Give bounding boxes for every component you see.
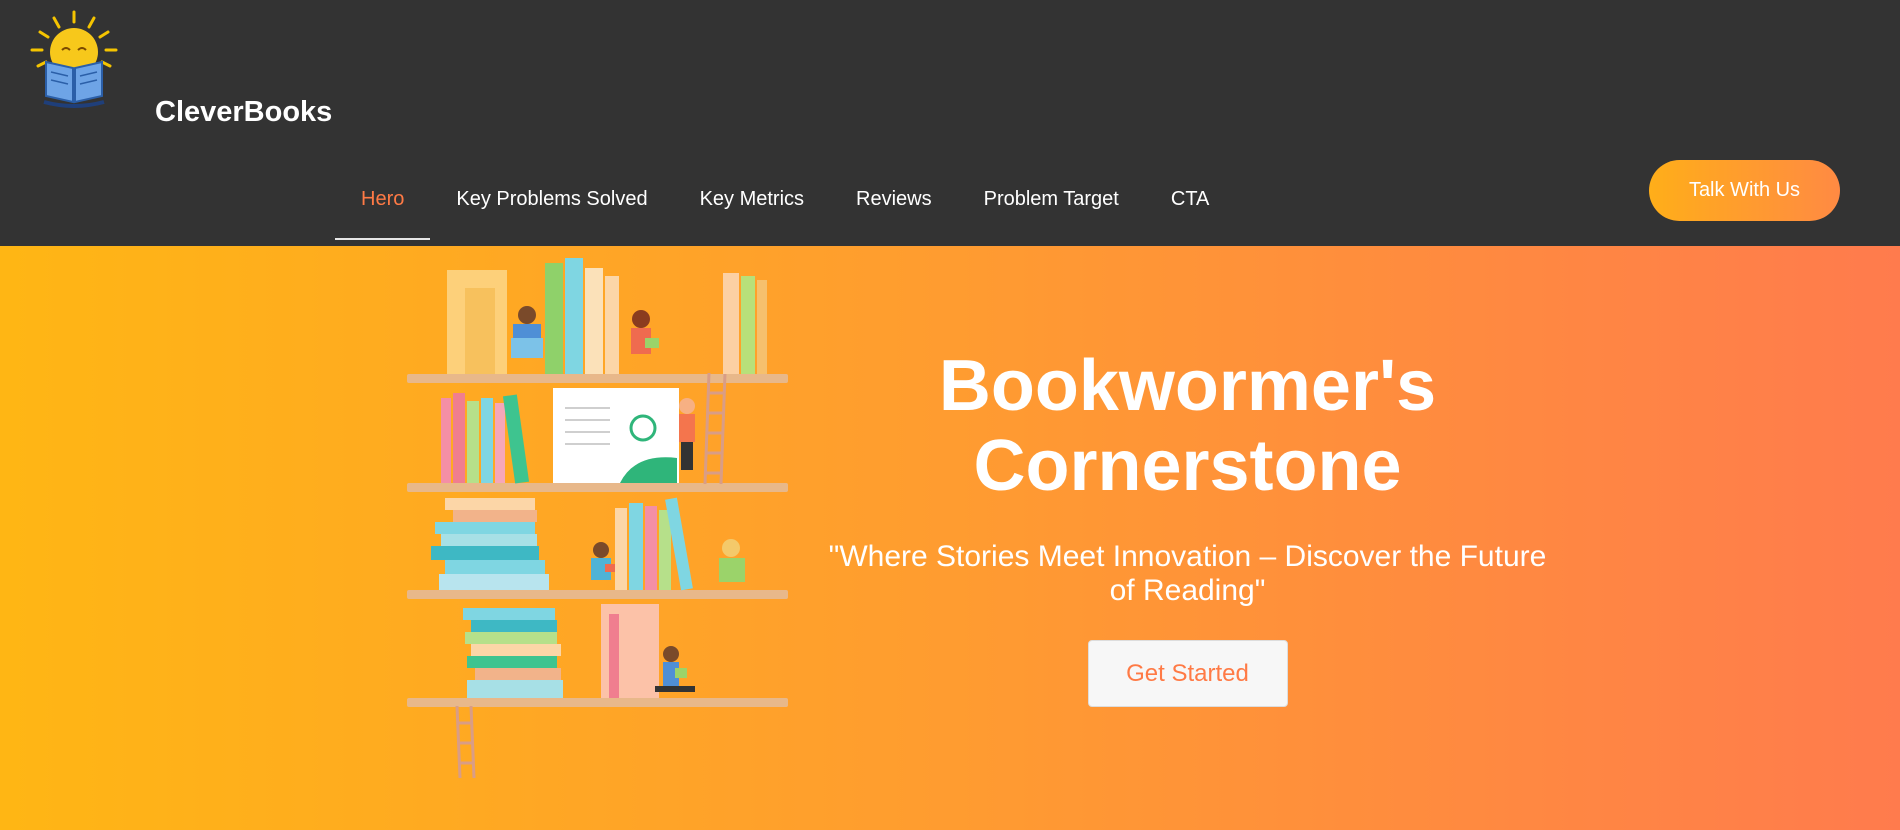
brand-name[interactable]: CleverBooks — [155, 96, 332, 129]
hero-title: Bookwormer's Cornerstone — [820, 346, 1555, 506]
talk-with-us-button[interactable]: Talk With Us — [1649, 160, 1840, 221]
hero-title-line2: Cornerstone — [973, 426, 1402, 506]
nav-item-hero[interactable]: Hero — [335, 168, 431, 240]
nav-item-cta[interactable]: CTA — [1145, 168, 1236, 240]
nav-item-reviews[interactable]: Reviews — [830, 168, 958, 240]
nav-item-key-problems-solved[interactable]: Key Problems Solved — [430, 168, 673, 240]
main-nav: Hero Key Problems Solved Key Metrics Rev… — [335, 168, 1235, 240]
hero-subtitle: "Where Stories Meet Innovation – Discove… — [828, 540, 1547, 607]
hero-section: Bookwormer's Cornerstone "Where Stories … — [0, 246, 1900, 830]
site-header: CleverBooks Hero Key Problems Solved Key… — [0, 0, 1900, 246]
bookshelf-illustration-icon — [405, 258, 790, 780]
hero-content: Bookwormer's Cornerstone "Where Stories … — [820, 346, 1555, 707]
logo-icon[interactable] — [26, 10, 122, 110]
nav-item-problem-target[interactable]: Problem Target — [958, 168, 1145, 240]
hero-title-line1: Bookwormer's — [938, 346, 1437, 426]
nav-item-key-metrics[interactable]: Key Metrics — [674, 168, 830, 240]
get-started-button[interactable]: Get Started — [1087, 640, 1288, 707]
